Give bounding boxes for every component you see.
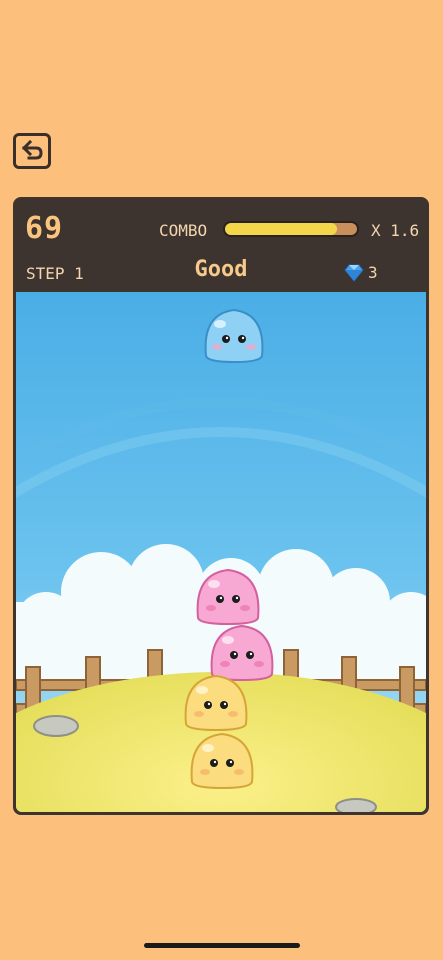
game-frame: 69 COMBO X 1.6 STEP 1 Good 3 <box>13 197 429 815</box>
combo-bar-fill <box>225 223 338 235</box>
game-scene[interactable] <box>16 292 426 812</box>
yellow-blob-third <box>184 674 248 732</box>
pink-blob-top <box>196 568 260 626</box>
score: 69 <box>25 211 64 246</box>
back-button[interactable] <box>13 133 51 169</box>
combo-multiplier: X 1.6 <box>371 221 420 240</box>
hud: 69 COMBO X 1.6 STEP 1 Good 3 <box>13 197 429 292</box>
combo-bar <box>223 221 359 237</box>
combo-label: COMBO <box>159 221 208 240</box>
diamond-icon <box>344 264 364 282</box>
gem-count: 3 <box>368 263 378 282</box>
gem-counter: 3 <box>344 263 378 282</box>
blue-blob-falling[interactable] <box>200 306 268 366</box>
undo-arrow-icon <box>21 140 43 160</box>
yellow-blob-bottom <box>190 732 254 790</box>
home-indicator[interactable] <box>144 943 300 948</box>
